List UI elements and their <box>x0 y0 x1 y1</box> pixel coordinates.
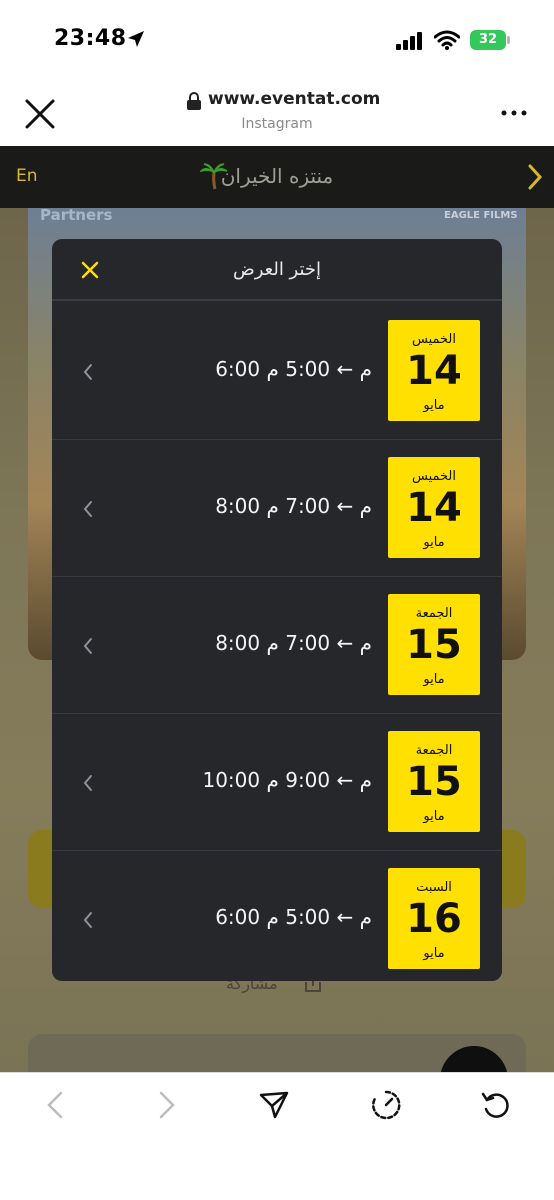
show-time: 6:00 م ← 5:00 م <box>215 905 372 929</box>
day-name: الخميس <box>412 332 456 347</box>
poster-partners-text: Partners <box>40 206 113 224</box>
date-badge: الجمعة 15 مايو <box>388 594 480 695</box>
forward-icon[interactable] <box>150 1089 182 1121</box>
site-title: منتزه الخيران <box>220 164 334 188</box>
date-badge: الخميس 14 مايو <box>388 457 480 558</box>
chevron-left-icon <box>83 501 92 517</box>
modal-header: إختر العرض <box>52 239 502 301</box>
day-number: 15 <box>406 622 462 668</box>
day-name: الجمعة <box>415 743 453 758</box>
browser-header: www.eventat.com Instagram <box>0 80 554 146</box>
battery-tip <box>507 36 510 44</box>
show-option[interactable]: 10:00 م ← 9:00 م الجمعة 15 مايو <box>52 714 502 851</box>
more-icon[interactable] <box>500 108 528 118</box>
chevron-left-icon <box>83 912 92 928</box>
day-name: السبت <box>416 880 452 895</box>
show-time: 8:00 م ← 7:00 م <box>215 494 372 518</box>
day-number: 16 <box>406 896 462 942</box>
show-option[interactable]: 6:00 م ← 5:00 م الخميس 14 مايو <box>52 303 502 440</box>
show-time: 8:00 م ← 7:00 م <box>215 631 372 655</box>
lock-icon <box>187 92 201 110</box>
show-option[interactable]: 6:00 م ← 5:00 م السبت 16 مايو <box>52 851 502 981</box>
month-name: مايو <box>423 535 445 550</box>
show-option[interactable]: 8:00 م ← 7:00 م الجمعة 15 مايو <box>52 577 502 714</box>
day-number: 14 <box>406 485 462 531</box>
status-bar: 23:48 32 <box>0 0 554 80</box>
site-navbar: En منتزه الخيران <box>0 146 554 208</box>
month-name: مايو <box>423 398 445 413</box>
modal-title: إختر العرض <box>232 259 322 280</box>
date-badge: الجمعة 15 مايو <box>388 731 480 832</box>
speed-icon[interactable] <box>370 1089 402 1121</box>
date-badge: الخميس 14 مايو <box>388 320 480 421</box>
month-name: مايو <box>423 946 445 961</box>
status-time: 23:48 <box>54 26 127 51</box>
palm-tree-icon <box>200 163 228 190</box>
back-icon[interactable] <box>40 1089 72 1121</box>
reload-icon[interactable] <box>480 1089 512 1121</box>
chevron-right-icon[interactable] <box>526 163 544 191</box>
chevron-left-icon <box>83 638 92 654</box>
poster-films-text: EAGLE FILMS <box>444 210 518 221</box>
browser-toolbar <box>0 1072 554 1200</box>
url-source: Instagram <box>241 116 313 132</box>
day-number: 15 <box>406 759 462 805</box>
battery-indicator: 32 <box>470 30 506 50</box>
show-time: 6:00 م ← 5:00 م <box>215 357 372 381</box>
show-time: 10:00 م ← 9:00 م <box>202 768 372 792</box>
chevron-left-icon <box>83 364 92 380</box>
location-arrow-icon <box>128 31 144 47</box>
chevron-left-icon <box>83 775 92 791</box>
day-name: الجمعة <box>415 606 453 621</box>
date-badge: السبت 16 مايو <box>388 868 480 969</box>
show-option[interactable]: 8:00 م ← 7:00 م الخميس 14 مايو <box>52 440 502 577</box>
month-name: مايو <box>423 672 445 687</box>
wifi-icon <box>434 30 460 50</box>
show-picker-modal: إختر العرض 6:00 م ← 5:00 م الخميس 14 ماي… <box>52 239 502 981</box>
month-name: مايو <box>423 809 445 824</box>
url-text[interactable]: www.eventat.com <box>208 89 380 109</box>
send-icon[interactable] <box>258 1089 290 1121</box>
signal-icon <box>396 32 422 50</box>
day-number: 14 <box>406 348 462 394</box>
day-name: الخميس <box>412 469 456 484</box>
